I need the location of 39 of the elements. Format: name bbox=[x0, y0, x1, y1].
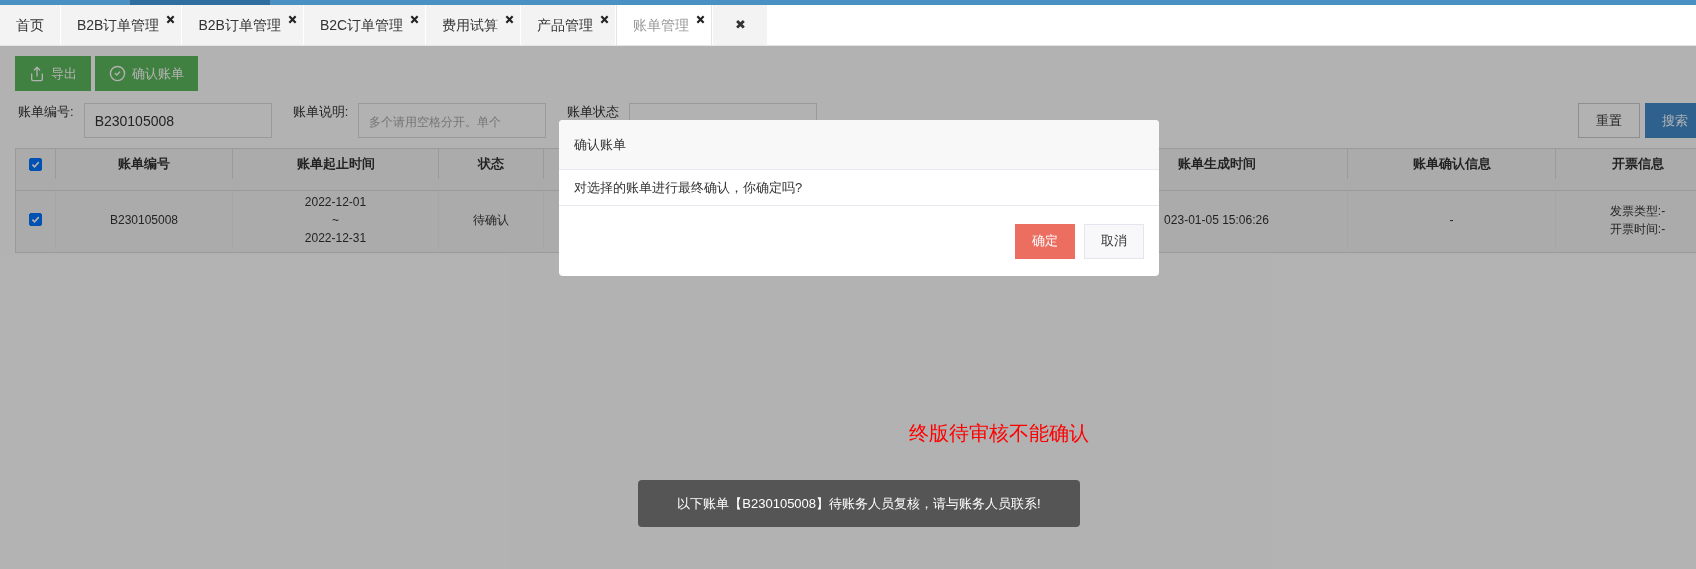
column-header: 账单编号 bbox=[118, 155, 170, 174]
column-header: 状态 bbox=[478, 155, 504, 174]
field-label: 账单状态 bbox=[567, 104, 620, 119]
tab[interactable]: 费用试算 bbox=[426, 5, 521, 45]
toast-message: 以下账单【B230105008】待账务人员复核，请与账务人员联系! bbox=[638, 480, 1080, 527]
export-icon bbox=[29, 65, 45, 82]
table-cell-text: 2022-12-01 ~ 2022-12-31 bbox=[304, 193, 367, 247]
field-label: 账单说明: bbox=[292, 104, 349, 119]
reset-button[interactable]: 重置 bbox=[1578, 103, 1640, 138]
column-header: 开票信息 bbox=[1611, 155, 1664, 174]
close-icon[interactable] bbox=[696, 15, 706, 24]
checkbox[interactable] bbox=[29, 157, 42, 171]
close-icon[interactable] bbox=[600, 15, 610, 24]
tab[interactable]: 首页 bbox=[0, 5, 60, 45]
column-header: 账单生成时间 bbox=[1177, 155, 1256, 174]
tab[interactable]: B2C订单管理 bbox=[303, 5, 426, 45]
table-cell-text: 待确认 bbox=[473, 211, 509, 229]
table-cell-text: 发票类型:- 开票时间:- bbox=[1609, 202, 1666, 238]
table-cell-text: - bbox=[1449, 211, 1454, 229]
table-cell-text: B230105008 bbox=[109, 211, 179, 229]
dialog-title: 确认账单 bbox=[574, 135, 626, 154]
column-header: 账单起止时间 bbox=[296, 155, 375, 174]
dialog-message: 对选择的账单进行最终确认，你确定吗? bbox=[574, 178, 803, 197]
tab[interactable]: B2B订单管理 bbox=[61, 5, 182, 45]
field-label: 账单编号: bbox=[18, 104, 74, 119]
close-icon[interactable] bbox=[166, 15, 176, 24]
close-icon[interactable] bbox=[410, 15, 420, 24]
input-field[interactable]: B230105008 bbox=[83, 103, 272, 138]
table-cell-text: 023-01-05 15:06:26 bbox=[1164, 211, 1269, 229]
annotation-text: 终版待审核不能确认 bbox=[909, 421, 1089, 446]
checkbox[interactable] bbox=[29, 213, 42, 227]
check-circle-icon bbox=[109, 65, 126, 82]
close-all-tab[interactable]: ✖ bbox=[713, 5, 768, 45]
tab[interactable]: 产品管理 bbox=[521, 5, 616, 45]
column-header: 账单确认信息 bbox=[1412, 155, 1491, 174]
close-icon[interactable] bbox=[287, 15, 297, 24]
tab[interactable]: B2B订单管理 bbox=[182, 5, 303, 45]
close-icon[interactable] bbox=[505, 15, 515, 24]
cancel-button[interactable]: 取消 bbox=[1084, 223, 1144, 259]
